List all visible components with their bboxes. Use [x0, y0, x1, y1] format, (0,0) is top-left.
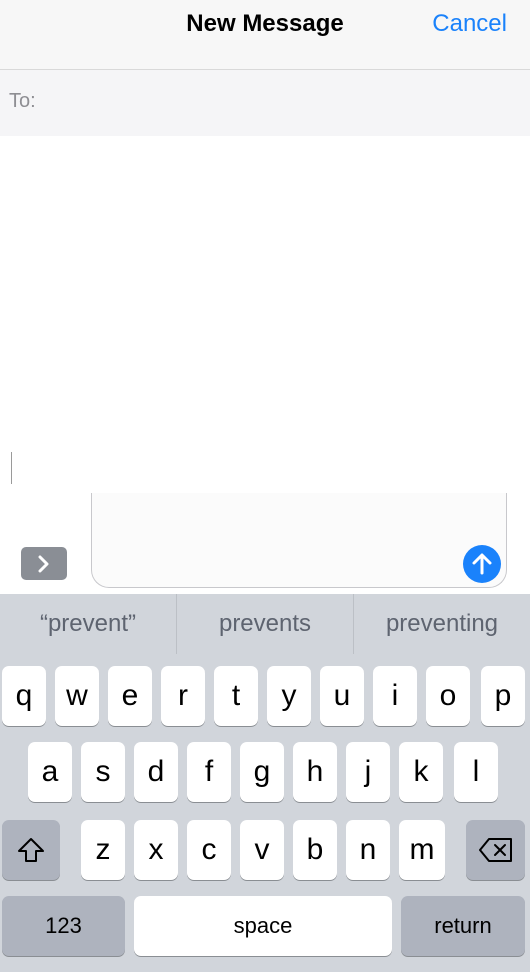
navigation-bar: New Message Cancel	[0, 0, 530, 70]
to-label: To:	[9, 90, 36, 112]
arrow-up-icon	[472, 553, 492, 575]
backspace-icon	[478, 838, 512, 862]
key-m[interactable]: m	[399, 820, 445, 880]
chevron-right-icon	[38, 555, 49, 572]
predictive-text-bar: “prevent” prevents preventing	[0, 594, 530, 654]
key-f[interactable]: f	[187, 742, 231, 802]
expand-apps-button[interactable]	[21, 547, 67, 580]
numbers-key[interactable]: 123	[2, 896, 125, 956]
key-e[interactable]: e	[108, 666, 152, 726]
backspace-key[interactable]	[466, 820, 525, 880]
key-l[interactable]: l	[454, 742, 498, 802]
key-y[interactable]: y	[267, 666, 311, 726]
key-i[interactable]: i	[373, 666, 417, 726]
key-z[interactable]: z	[81, 820, 125, 880]
key-o[interactable]: o	[426, 666, 470, 726]
key-t[interactable]: t	[214, 666, 258, 726]
key-v[interactable]: v	[240, 820, 284, 880]
key-d[interactable]: d	[134, 742, 178, 802]
shift-icon	[18, 838, 44, 862]
key-r[interactable]: r	[161, 666, 205, 726]
key-a[interactable]: a	[28, 742, 72, 802]
text-caret	[11, 452, 12, 484]
message-input[interactable]	[91, 493, 507, 588]
suggestion-2[interactable]: prevents	[176, 594, 353, 654]
key-b[interactable]: b	[293, 820, 337, 880]
key-k[interactable]: k	[399, 742, 443, 802]
key-j[interactable]: j	[346, 742, 390, 802]
key-x[interactable]: x	[134, 820, 178, 880]
suggestion-3[interactable]: preventing	[353, 594, 530, 654]
shift-key[interactable]	[2, 820, 60, 880]
key-u[interactable]: u	[320, 666, 364, 726]
send-button[interactable]	[463, 545, 501, 583]
recipient-field[interactable]: To:	[0, 70, 530, 136]
space-key[interactable]: space	[134, 896, 392, 956]
return-key[interactable]: return	[401, 896, 525, 956]
key-q[interactable]: q	[2, 666, 46, 726]
key-g[interactable]: g	[240, 742, 284, 802]
key-n[interactable]: n	[346, 820, 390, 880]
cancel-button[interactable]: Cancel	[432, 10, 507, 38]
key-w[interactable]: w	[55, 666, 99, 726]
suggestion-1[interactable]: “prevent”	[0, 594, 176, 654]
key-c[interactable]: c	[187, 820, 231, 880]
key-h[interactable]: h	[293, 742, 337, 802]
keyboard: q w e r t y u i o p a s d f g h j k l z …	[0, 654, 530, 972]
key-p[interactable]: p	[481, 666, 525, 726]
key-s[interactable]: s	[81, 742, 125, 802]
